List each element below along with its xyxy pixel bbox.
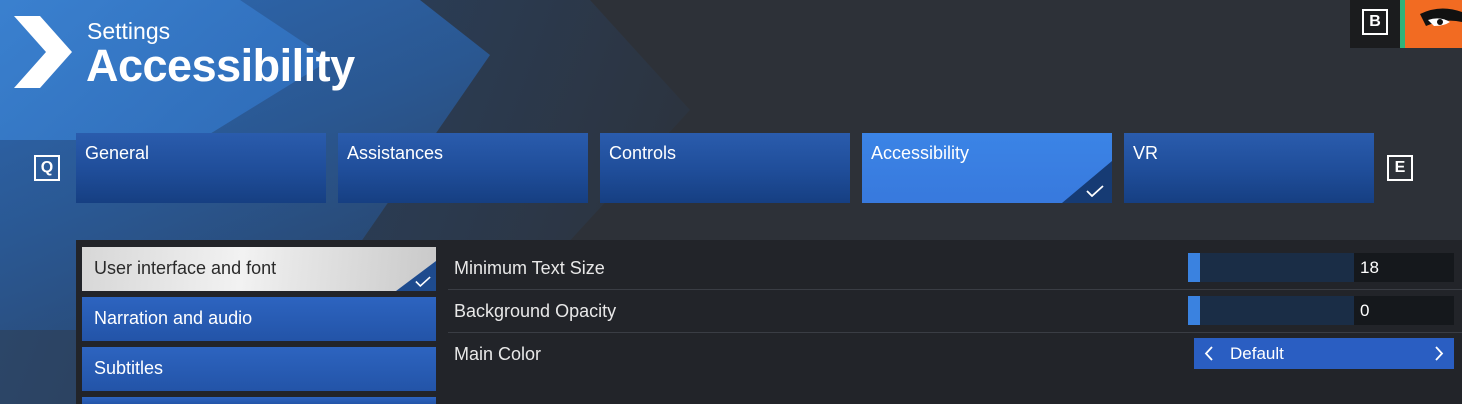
setting-label: Main Color bbox=[454, 344, 542, 364]
slider-fill bbox=[1188, 253, 1200, 282]
tab-accessibility[interactable]: Accessibility bbox=[862, 133, 1112, 203]
category-label: Narration and audio bbox=[94, 308, 253, 328]
setting-label: Minimum Text Size bbox=[454, 258, 605, 278]
page-title: Accessibility bbox=[86, 40, 355, 91]
checkmark-icon bbox=[1086, 185, 1104, 197]
main-color-selector[interactable]: Default bbox=[1194, 338, 1454, 369]
setting-row-min-text-size: Minimum Text Size 18 bbox=[448, 247, 1462, 290]
slider-fill bbox=[1188, 296, 1200, 325]
category-narration-and-audio[interactable]: Narration and audio bbox=[82, 297, 436, 341]
checkmark-icon bbox=[415, 276, 431, 287]
chevron-right-icon bbox=[14, 16, 72, 88]
main-color-value: Default bbox=[1230, 344, 1284, 363]
key-b-icon: B bbox=[1362, 9, 1388, 35]
key-e-icon[interactable]: E bbox=[1387, 155, 1413, 181]
key-q-icon[interactable]: Q bbox=[34, 155, 60, 181]
category-label: User interface and font bbox=[94, 258, 277, 278]
category-next[interactable] bbox=[82, 397, 436, 404]
category-user-interface-and-font[interactable]: User interface and font bbox=[82, 247, 436, 291]
min-text-size-value[interactable]: 18 bbox=[1354, 253, 1454, 282]
tab-label: VR bbox=[1133, 143, 1159, 163]
background-opacity-slider[interactable] bbox=[1188, 296, 1354, 325]
tab-vr[interactable]: VR bbox=[1124, 133, 1374, 203]
tab-controls[interactable]: Controls bbox=[600, 133, 850, 203]
tab-label: Accessibility bbox=[871, 143, 970, 163]
back-button[interactable]: B bbox=[1350, 0, 1400, 48]
tab-assistances[interactable]: Assistances bbox=[338, 133, 588, 203]
tab-general[interactable]: General bbox=[76, 133, 326, 203]
setting-label: Background Opacity bbox=[454, 301, 617, 321]
chevron-left-icon[interactable] bbox=[1204, 346, 1214, 361]
tab-label: Assistances bbox=[347, 143, 444, 163]
setting-row-main-color: Main Color Default bbox=[448, 333, 1462, 376]
category-subtitles[interactable]: Subtitles bbox=[82, 347, 436, 391]
background-opacity-value[interactable]: 0 bbox=[1354, 296, 1454, 325]
chevron-right-icon[interactable] bbox=[1434, 346, 1444, 361]
min-text-size-slider[interactable] bbox=[1188, 253, 1354, 282]
tab-label: Controls bbox=[609, 143, 677, 163]
avatar[interactable] bbox=[1400, 0, 1462, 48]
setting-row-background-opacity: Background Opacity 0 bbox=[448, 290, 1462, 333]
category-label: Subtitles bbox=[94, 358, 164, 378]
avatar-icon bbox=[1400, 0, 1462, 48]
tab-label: General bbox=[85, 143, 150, 163]
